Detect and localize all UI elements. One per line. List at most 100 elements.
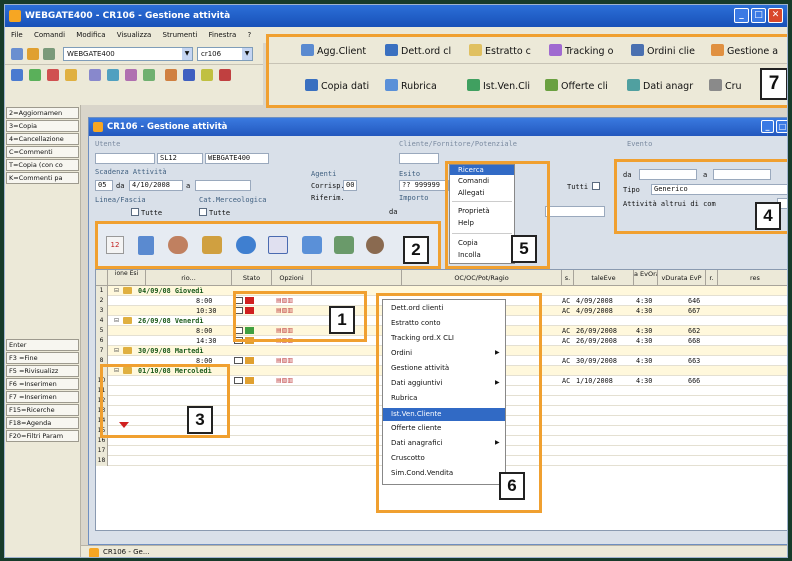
menu-item-incolla[interactable]: Incolla <box>458 251 481 259</box>
evento-a-input[interactable] <box>713 169 771 180</box>
corrisp-field[interactable]: 00 <box>343 180 357 191</box>
grid-header[interactable]: OC/OC/Pot/Ragio <box>402 270 562 286</box>
close-button[interactable]: ✕ <box>768 8 783 23</box>
status-checkbox[interactable] <box>234 377 243 384</box>
server-combo[interactable]: WEBGATE400 ▼ <box>63 47 193 61</box>
grid-header[interactable]: s. <box>562 270 574 286</box>
menu-item-rubrica[interactable]: Rubrica <box>391 394 417 402</box>
fkey-button[interactable]: Enter <box>6 339 79 351</box>
taskbar-item[interactable]: CR106 - Ge... <box>103 548 150 556</box>
menu-modifica[interactable]: Modifica <box>76 31 105 39</box>
search-icon[interactable] <box>236 236 256 254</box>
dett-ord-button[interactable]: Dett.ord cl <box>385 44 451 59</box>
evento-da-input[interactable] <box>639 169 697 180</box>
menu-item-offerte[interactable]: Offerte cliente <box>391 424 441 432</box>
tool-icon[interactable] <box>165 69 177 81</box>
menu-item-comandi[interactable]: Comandi <box>458 177 489 185</box>
menu-strumenti[interactable]: Strumenti <box>163 31 198 39</box>
catmerc-tutte-checkbox[interactable]: Tutte <box>199 208 230 217</box>
fkey-button[interactable]: F20=Filtri Param <box>6 430 79 442</box>
utente-value-field[interactable]: WEBGATE400 <box>205 153 269 164</box>
menu-item-cruscotto[interactable]: Cruscotto <box>391 454 425 462</box>
menu-item-ricerca[interactable]: Ricerca <box>450 165 514 175</box>
maximize-button[interactable]: □ <box>751 8 766 23</box>
tool-icon[interactable] <box>183 69 195 81</box>
user-edit-icon[interactable] <box>302 236 322 254</box>
grid-header[interactable]: Stato <box>232 270 272 286</box>
menu-item-proprieta[interactable]: Proprietà <box>458 207 490 215</box>
estratto-button[interactable]: Estratto c <box>469 44 531 59</box>
tool-icon[interactable] <box>29 69 41 81</box>
fkey-button[interactable]: 4=Cancellazione <box>6 133 79 145</box>
grid-header[interactable]: vDurata EvP <box>658 270 706 286</box>
utente-input[interactable] <box>95 153 155 164</box>
clipboard-icon[interactable] <box>138 236 154 255</box>
tool-icon[interactable] <box>65 69 77 81</box>
user-add-icon[interactable] <box>334 236 354 254</box>
fkey-button[interactable]: F5 =Rivisualizz <box>6 365 79 377</box>
menu-item-estratto[interactable]: Estratto conto <box>391 319 441 327</box>
fkey-button[interactable]: C=Commenti <box>6 146 79 158</box>
inner-restore-button[interactable]: □ <box>776 120 787 133</box>
tool-icon[interactable] <box>219 69 231 81</box>
expand-toggle-icon[interactable]: ⊟ <box>114 346 119 356</box>
status-checkbox[interactable] <box>234 357 243 364</box>
scadenza-a-input[interactable] <box>195 180 251 191</box>
tool-icon[interactable] <box>107 69 119 81</box>
fkey-button[interactable]: F7 =Inserimen <box>6 391 79 403</box>
menu-visualizza[interactable]: Visualizza <box>117 31 151 39</box>
tracking-button[interactable]: Tracking o <box>549 44 613 59</box>
person-icon[interactable] <box>366 236 384 254</box>
menu-item-ist-ven[interactable]: Ist.Ven.Cliente <box>383 408 505 421</box>
menu-finestra[interactable]: Finestra <box>209 31 237 39</box>
menu-help[interactable]: ? <box>248 31 252 39</box>
expand-toggle-icon[interactable]: ⊟ <box>114 316 119 326</box>
tool-icon[interactable] <box>43 48 55 60</box>
fkey-button[interactable]: F15=Ricerche <box>6 404 79 416</box>
fkey-button[interactable]: F6 =Inserimen <box>6 378 79 390</box>
menu-file[interactable]: File <box>11 31 23 39</box>
tool-icon[interactable] <box>125 69 137 81</box>
ist-ven-button[interactable]: Ist.Ven.Cli <box>467 79 530 94</box>
fkey-button[interactable]: F3 =Fine <box>6 352 79 364</box>
scadenza-da-input[interactable]: 4/10/2008 <box>129 180 183 191</box>
grid-header[interactable]: rio... <box>146 270 232 286</box>
options-icon[interactable]: ▤▧▥ <box>276 356 293 366</box>
menu-item-ordini[interactable]: Ordini <box>391 349 412 357</box>
esito-field[interactable]: ?? 999999 <box>399 180 449 191</box>
offerte-button[interactable]: Offerte cli <box>545 79 608 94</box>
calendar-icon[interactable]: 12 <box>106 236 124 254</box>
grid-header[interactable]: ione Esi <box>108 270 146 286</box>
grid-header[interactable]: r. <box>706 270 718 286</box>
program-combo[interactable]: cr106 ▼ <box>197 47 253 61</box>
menu-item-help[interactable]: Help <box>458 219 474 227</box>
copia-dati-button[interactable]: Copia dati <box>305 79 369 94</box>
menu-comandi[interactable]: Comandi <box>34 31 65 39</box>
importo-a-input[interactable] <box>545 206 605 217</box>
chevron-down-icon[interactable]: ▼ <box>182 48 192 60</box>
menu-item-dati-aggiuntivi[interactable]: Dati aggiuntivi <box>391 379 442 387</box>
menu-item-tracking[interactable]: Tracking ord.X CLI <box>391 334 454 342</box>
dati-anagr-button[interactable]: Dati anagr <box>627 79 693 94</box>
options-icon[interactable]: ▤▧▥ <box>276 376 293 386</box>
menu-item-allegati[interactable]: Allegati <box>458 189 484 197</box>
ordini-button[interactable]: Ordini clie <box>631 44 695 59</box>
fkey-button[interactable]: 2=Aggiornamen <box>6 107 79 119</box>
users-icon[interactable] <box>168 236 188 254</box>
grid-header[interactable]: taleEve <box>574 270 634 286</box>
menu-item-sim-cond[interactable]: Sim.Cond.Vendita <box>391 469 453 477</box>
tool-icon[interactable] <box>89 69 101 81</box>
grid-header[interactable]: res <box>718 270 787 286</box>
rubrica-button[interactable]: Rubrica <box>385 79 437 94</box>
grid-header[interactable]: a EvOra <box>634 270 658 286</box>
utente-code-field[interactable]: SL12 <box>157 153 203 164</box>
menu-item-copia[interactable]: Copia <box>458 239 478 247</box>
scadenza-code-field[interactable]: 05 <box>95 180 113 191</box>
minimize-button[interactable]: _ <box>734 8 749 23</box>
box-icon[interactable] <box>202 236 222 254</box>
tutti-checkbox[interactable]: Tutti <box>567 182 602 191</box>
fkey-button[interactable]: T=Copia (con co <box>6 159 79 171</box>
linea-tutte-checkbox[interactable]: Tutte <box>131 208 162 217</box>
expand-toggle-icon[interactable]: ⊟ <box>114 286 119 296</box>
gestione-button[interactable]: Gestione a <box>711 44 778 59</box>
